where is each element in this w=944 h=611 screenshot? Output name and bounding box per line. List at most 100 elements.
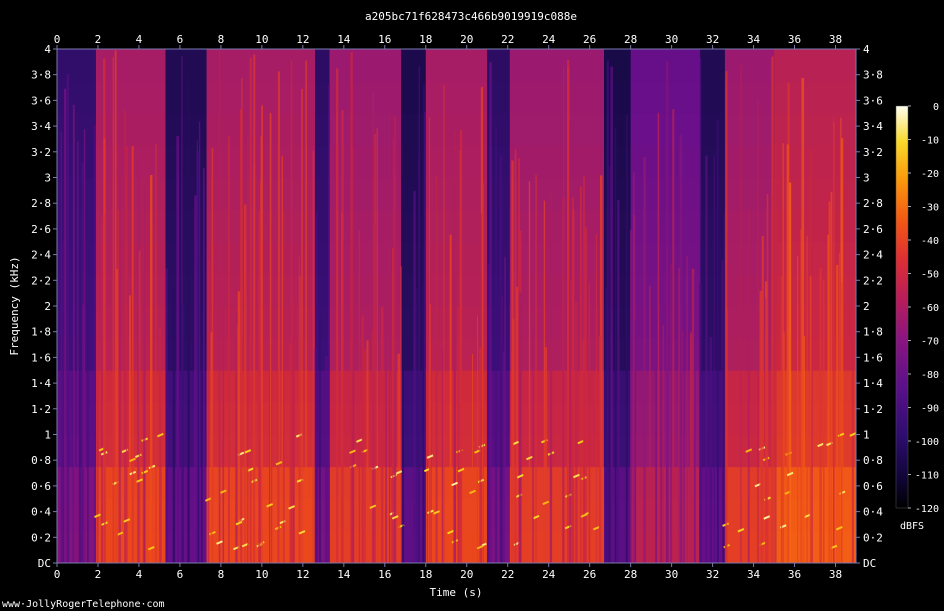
colorbar-label: dBFS: [900, 521, 924, 532]
x-tick-label-bottom: 14: [337, 568, 351, 581]
spectrogram-cell: [700, 49, 725, 82]
y-tick-label-right: 3·4: [863, 120, 883, 133]
spectrogram-cell: [165, 113, 207, 146]
spectrogram-cell: [700, 530, 725, 563]
spectrogram-cell: [630, 145, 701, 178]
y-tick-label-left: 2·2: [31, 274, 51, 287]
spectrogram-cell: [630, 338, 701, 371]
spectrogram-cell: [700, 402, 725, 435]
colorbar-tick-label: 0: [933, 102, 939, 113]
y-tick-label-right: 4: [863, 43, 870, 56]
spectrogram-cell: [165, 338, 207, 371]
y-tick-label-right: 3·6: [863, 94, 883, 107]
x-tick-label-top: 38: [829, 33, 842, 46]
y-tick-label-left: 0·2: [31, 531, 51, 544]
spectrogram-cell: [700, 338, 725, 371]
spectrogram-cell: [95, 81, 166, 114]
x-ticks-bottom: 0 2 4 6 8 10 12 14 16 18 20 22 24 26 28 30 32 34 36 38: [54, 563, 842, 581]
spectrogram-cell: [425, 241, 488, 275]
y-tick-label-left: 1·4: [31, 377, 51, 390]
x-tick-label-bottom: 10: [255, 568, 268, 581]
x-tick-label-top: 20: [460, 33, 473, 46]
spectrogram-cell: [630, 241, 701, 275]
spectrogram-cell: [774, 81, 856, 114]
spectrogram-cell: [206, 81, 316, 114]
spectrogram-cell: [509, 113, 605, 146]
y-tick-label-right: 1·2: [863, 403, 883, 416]
y-tick-label-left: 2: [44, 300, 51, 313]
y-tick-label-right: 0·2: [863, 531, 883, 544]
x-tick-label-bottom: 8: [218, 568, 225, 581]
y-tick-label-left: DC: [38, 557, 51, 570]
plot-area: [57, 49, 856, 563]
y-tick-label-left: 1: [44, 429, 51, 442]
colorbar-tick-label: -100: [915, 437, 939, 448]
spectrogram-cell: [165, 434, 207, 468]
spectrogram-cell: [95, 209, 166, 243]
spectrogram-cell: [724, 145, 775, 178]
x-tick-label-top: 24: [542, 33, 556, 46]
spectrogram-cell: [95, 49, 166, 82]
y-tick-label-right: 1: [863, 429, 870, 442]
spectrogram-cell: [329, 273, 402, 307]
x-tick-label-top: 4: [136, 33, 143, 46]
watermark: www·JollyRogerTelephone·com: [2, 599, 165, 610]
spectrogram-cell: [774, 338, 856, 371]
spectrogram-cell: [630, 273, 701, 307]
y-tick-label-left: 3·8: [31, 69, 51, 82]
colorbar-tick-label: -90: [921, 404, 939, 415]
spectrogram-cell: [95, 113, 166, 146]
colorbar-tick-label: -40: [921, 236, 939, 247]
spectrogram-cell: [95, 145, 166, 178]
spectrogram-cell: [315, 177, 330, 211]
spectrogram-cell: [57, 177, 96, 211]
spectrogram-cell: [700, 306, 725, 339]
y-tick-label-right: 0·8: [863, 454, 883, 467]
x-tick-label-top: 32: [706, 33, 719, 46]
y-tick-label-left: 0·8: [31, 454, 51, 467]
spectrogram-cell: [630, 530, 701, 563]
colorbar-tick-label: -110: [915, 471, 939, 482]
y-tick-label-left: 0·4: [31, 506, 51, 519]
spectrogram-cell: [509, 81, 605, 114]
y-tick-label-right: 3: [863, 172, 870, 185]
y-tick-label-left: 1·6: [31, 351, 51, 364]
x-tick-label-bottom: 18: [419, 568, 432, 581]
spectrogram-cell: [774, 241, 856, 275]
y-tick-label-left: 1·8: [31, 326, 51, 339]
y-tick-label-left: 2·6: [31, 223, 51, 236]
y-tick-label-left: 0·6: [31, 480, 51, 493]
spectrogram-cell: [509, 241, 605, 275]
spectrogram-cell: [630, 498, 701, 532]
spectrogram-cell: [774, 209, 856, 243]
y-tick-label-right: 2·6: [863, 223, 883, 236]
spectrogram-cell: [700, 241, 725, 275]
chart-title: a205bc71f628473c466b9019919c088e: [365, 10, 577, 23]
spectrogram-cell: [774, 498, 856, 532]
spectrogram-cell: [57, 81, 96, 114]
colorbar-ticks: 0 -10 -20 -30 -40 -50 -60 -70 -80 -90 -100 -110 -120: [908, 102, 939, 515]
x-tick-label-bottom: 6: [177, 568, 184, 581]
spectrogram-cell: [724, 81, 775, 114]
x-tick-label-top: 14: [337, 33, 351, 46]
spectrogram-cell: [774, 145, 856, 178]
y-tick-label-left: 1·2: [31, 403, 51, 416]
y-tick-label-right: 1·8: [863, 326, 883, 339]
y-tick-label-right: 3·8: [863, 69, 883, 82]
spectrogram-cell: [774, 306, 856, 339]
spectrogram-cell: [630, 113, 701, 146]
spectrogram-cell: [509, 49, 605, 82]
spectrogram-cell: [774, 113, 856, 146]
x-tick-label-bottom: 12: [296, 568, 309, 581]
y-tick-label-right: 2·2: [863, 274, 883, 287]
x-tick-label-bottom: 16: [378, 568, 391, 581]
spectrogram-cell: [630, 402, 701, 435]
x-tick-label-top: 6: [177, 33, 184, 46]
x-ticks-top: 0 2 4 6 8 10 12 14 16 18 20 22 24 26 28 30 32 34 36 38: [54, 33, 842, 49]
y-tick-label-right: 3·2: [863, 146, 883, 159]
x-tick-label-top: 2: [95, 33, 102, 46]
spectrogram-cell: [165, 402, 207, 435]
y-tick-label-right: 1·4: [863, 377, 883, 390]
colorbar-tick-label: -70: [921, 337, 939, 348]
spectrogram-cell: [401, 81, 426, 114]
